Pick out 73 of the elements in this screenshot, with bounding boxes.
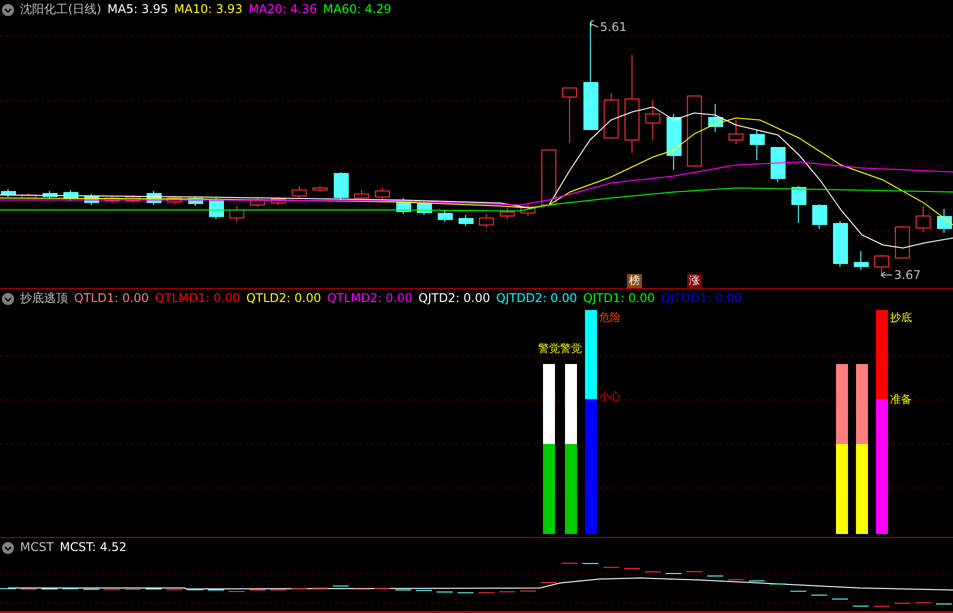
indicator-value: QTLMD1: 0.00 bbox=[154, 291, 240, 306]
indicator-value: MA5: 3.95 bbox=[107, 2, 168, 17]
chevron-icon[interactable] bbox=[2, 4, 14, 16]
candlestick bbox=[686, 96, 702, 166]
signal-label: 危险 bbox=[599, 311, 621, 324]
chevron-icon[interactable] bbox=[2, 542, 14, 554]
candlestick bbox=[1, 188, 16, 198]
candlestick bbox=[500, 208, 515, 220]
indicator-value: QTLD1: 0.00 bbox=[74, 291, 149, 306]
candlestick bbox=[42, 190, 58, 200]
indicator-value: MA10: 3.93 bbox=[174, 2, 243, 17]
candlestick bbox=[916, 206, 931, 232]
chart-title: 沈阳化工(日线) bbox=[20, 2, 102, 17]
indicator-value: QJTD1: 0.00 bbox=[583, 291, 655, 306]
candlestick bbox=[229, 206, 244, 222]
indicator-value: QJTDD1: 0.00 bbox=[660, 291, 742, 306]
signal-label: 抄底 bbox=[890, 311, 912, 324]
chevron-icon[interactable] bbox=[2, 292, 14, 304]
signal-badge: 榜 bbox=[627, 274, 642, 288]
leader-line bbox=[590, 20, 598, 28]
indicator-value: MCST: 4.52 bbox=[60, 540, 127, 555]
candlestick bbox=[250, 198, 266, 208]
candlestick bbox=[812, 204, 828, 230]
price-label: 5.61 bbox=[600, 20, 627, 34]
candlestick bbox=[125, 194, 140, 204]
candlestick bbox=[146, 190, 162, 206]
candlestick bbox=[645, 100, 660, 140]
candlestick bbox=[874, 254, 890, 276]
candlestick bbox=[458, 214, 474, 226]
candlestick bbox=[354, 190, 370, 200]
chart-title: 抄底逃顶 bbox=[20, 291, 68, 306]
candlestick bbox=[894, 226, 910, 258]
candlestick bbox=[270, 196, 286, 206]
candlestick bbox=[833, 220, 848, 268]
candlestick bbox=[21, 192, 36, 200]
candlestick bbox=[541, 150, 556, 208]
candlestick bbox=[728, 120, 744, 144]
indicator-value: MA20: 4.36 bbox=[248, 2, 317, 17]
candlestick bbox=[166, 196, 182, 204]
candlestick bbox=[604, 92, 619, 138]
candlestick bbox=[63, 190, 78, 202]
indicator-value: MA60: 4.29 bbox=[323, 2, 392, 17]
candlestick bbox=[374, 188, 390, 200]
signal-label: 准备 bbox=[890, 393, 912, 406]
signal-label: 小心 bbox=[599, 390, 621, 403]
candlestick bbox=[562, 88, 578, 144]
signal-badge: 涨 bbox=[687, 274, 702, 288]
chart-title: MCST bbox=[20, 540, 54, 555]
candlestick bbox=[104, 196, 120, 204]
candlestick bbox=[770, 146, 786, 182]
candlestick bbox=[438, 210, 453, 222]
candlestick bbox=[520, 204, 536, 216]
indicator-value: QTLMD2: 0.00 bbox=[327, 291, 412, 306]
candlestick bbox=[937, 208, 952, 234]
candlestick bbox=[478, 214, 494, 228]
candlestick bbox=[417, 200, 432, 216]
candlestick bbox=[854, 250, 869, 270]
candlestick bbox=[84, 194, 100, 206]
candlestick bbox=[292, 186, 307, 198]
candlestick bbox=[750, 130, 765, 160]
indicator-value: QTLD2: 0.00 bbox=[246, 291, 322, 306]
candlestick bbox=[791, 186, 806, 224]
candlestick bbox=[396, 198, 412, 214]
candlestick bbox=[312, 186, 328, 192]
candlestick bbox=[666, 114, 682, 170]
candlestick bbox=[188, 196, 204, 206]
leader-line bbox=[880, 272, 892, 278]
price-label: 3.67 bbox=[894, 268, 921, 282]
indicator-value: QJTDD2: 0.00 bbox=[496, 291, 578, 306]
candlestick bbox=[334, 172, 349, 200]
candlestick bbox=[708, 104, 724, 132]
signal-label: 警觉警觉 bbox=[538, 342, 582, 355]
indicator-value: QJTD2: 0.00 bbox=[418, 291, 490, 306]
